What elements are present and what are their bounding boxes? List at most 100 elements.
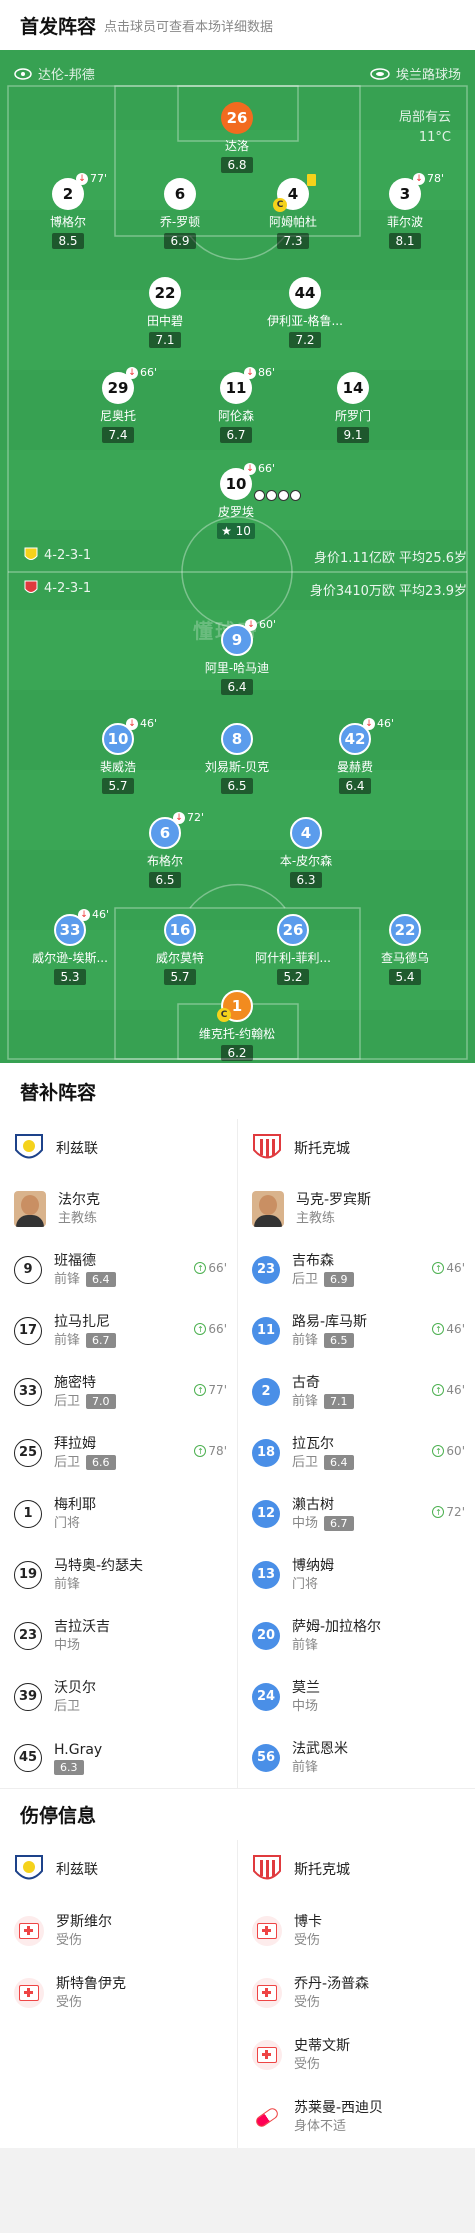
sub-player-row[interactable]: 45 H.Gray 6.3 (0, 1727, 237, 1788)
sub-number: 11 (252, 1316, 280, 1345)
player-away-6[interactable]: 6 ↓ 72' 布格尔 6.5 (105, 811, 225, 888)
sub-rating: 6.3 (54, 1760, 84, 1775)
player-home-26[interactable]: 26 达洛 6.8 (177, 102, 297, 173)
player-rating: 5.3 (54, 969, 86, 985)
player-name: 菲尔波 (386, 215, 423, 229)
injury-row[interactable]: 斯特鲁伊克 受伤 (0, 1962, 237, 2024)
sub-name: 古奇 (292, 1374, 320, 1391)
stadium-icon (370, 67, 390, 80)
sub-rating: 6.4 (86, 1272, 116, 1287)
player-name: 阿姆帕杜 (268, 215, 317, 229)
home-coach[interactable]: 法尔克 主教练 (0, 1179, 237, 1239)
sub-off-marker: ↓ 66' (244, 462, 275, 475)
injury-row[interactable]: 苏莱曼-西迪贝 身体不适 (238, 2086, 475, 2148)
sub-time-text: 46' (446, 1261, 465, 1275)
goal-ball-icon (290, 490, 301, 501)
sub-out-icon: ↓ (126, 366, 138, 379)
player-name: 达洛 (224, 139, 249, 153)
sub-player-row[interactable]: 13 博纳姆 门将 (238, 1544, 475, 1605)
sub-player-row[interactable]: 17 拉马扎尼 前锋 6.7 ↑ 66' (0, 1300, 237, 1361)
injury-row[interactable]: 乔丹-汤普森 受伤 (238, 1962, 475, 2024)
away-injuries: 斯托克城 博卡 受伤 乔丹-汤普森 受伤 史蒂文斯 受伤 苏莱曼-西迪贝 身体不适 (237, 1840, 475, 2148)
sub-player-row[interactable]: 9 班福德 前锋 6.4 ↑ 66' (0, 1239, 237, 1300)
injured-player-name: 史蒂文斯 (294, 2038, 350, 2054)
sub-player-row[interactable]: 1 梅利耶 门将 (0, 1483, 237, 1544)
sub-player-row[interactable]: 20 萨姆-加拉格尔 前锋 (238, 1605, 475, 1666)
sub-on-time: ↑ 46' (432, 1322, 465, 1336)
player-home-11[interactable]: 11 ↓ 86' 阿伦森 6.7 (176, 366, 296, 443)
away-coach[interactable]: 马克-罗宾斯 主教练 (238, 1179, 475, 1239)
player-name: 布格尔 (146, 854, 183, 868)
sub-player-row[interactable]: 24 莫兰 中场 (238, 1666, 475, 1727)
goal-ball-icon (266, 490, 277, 501)
player-name: 威尔莫特 (155, 951, 204, 965)
sub-player-row[interactable]: 11 路易-库马斯 前锋 6.5 ↑ 46' (238, 1300, 475, 1361)
sub-name: 萨姆-加拉格尔 (292, 1618, 382, 1635)
sub-time-text: 77' (208, 1383, 227, 1397)
medical-kit-icon (252, 2040, 282, 2070)
sub-player-row[interactable]: 2 古奇 前锋 7.1 ↑ 46' (238, 1361, 475, 1422)
player-name: 博格尔 (49, 215, 86, 229)
player-home-10[interactable]: 10 ↓ 66' 皮罗埃 ★ 10 (176, 462, 301, 539)
sub-out-icon: ↓ (244, 366, 256, 379)
sub-player-row[interactable]: 12 濑古树 中场 6.7 ↑ 72' (238, 1483, 475, 1544)
player-away-10[interactable]: 10 ↓ 46' 裴威浩 5.7 (58, 717, 178, 794)
player-away-22[interactable]: 22 查马德乌 5.4 (345, 914, 465, 985)
home-stadium-name: 达伦-邦德 (38, 68, 95, 83)
sub-off-marker: ↓ 60' (245, 618, 276, 631)
player-home-3[interactable]: 3 ↓ 78' 菲尔波 8.1 (345, 172, 465, 249)
sub-name: 濑古树 (292, 1496, 334, 1513)
captain-badge: C (217, 1008, 231, 1022)
player-rating: 6.9 (164, 233, 196, 249)
sub-out-icon: ↓ (244, 462, 256, 475)
away-team-row[interactable]: 斯托克城 (238, 1119, 475, 1179)
sub-player-row[interactable]: 33 施密特 后卫 7.0 ↑ 77' (0, 1361, 237, 1422)
sub-time: 46' (377, 717, 395, 730)
player-home-4[interactable]: 4C 阿姆帕杜 7.3 (233, 174, 353, 249)
sub-rating: 6.7 (86, 1333, 116, 1348)
player-rating: 7.2 (289, 332, 321, 348)
player-away-42[interactable]: 42 ↓ 46' 曼赫费 6.4 (295, 717, 415, 794)
sub-player-row[interactable]: 39 沃贝尔 后卫 (0, 1666, 237, 1727)
sub-position: 后卫 (54, 1454, 81, 1470)
sub-position: 前锋 (54, 1576, 81, 1592)
sub-player-row[interactable]: 25 拜拉姆 后卫 6.6 ↑ 78' (0, 1422, 237, 1483)
player-away-9[interactable]: 9 ↓ 60' 阿里-哈马迪 6.4 (177, 618, 297, 695)
sub-out-icon: ↓ (78, 908, 90, 921)
sub-position: 前锋 (54, 1332, 81, 1348)
sub-player-row[interactable]: 23 吉拉沃吉 中场 (0, 1605, 237, 1666)
player-number: 22 (389, 914, 421, 946)
player-away-4[interactable]: 4 本-皮尔森 6.3 (246, 817, 366, 888)
player-away-16[interactable]: 16 威尔莫特 5.7 (120, 914, 240, 985)
home-team-row[interactable]: 利兹联 (0, 1840, 237, 1900)
coach-role: 主教练 (296, 1211, 336, 1226)
player-away-1[interactable]: 1C 维克托-约翰松 6.2 (177, 990, 297, 1061)
injury-row[interactable]: 罗斯维尔 受伤 (0, 1900, 237, 1962)
sub-player-row[interactable]: 19 马特奥-约瑟夫 前锋 (0, 1544, 237, 1605)
player-home-44[interactable]: 44 伊利亚-格鲁... 7.2 (245, 277, 365, 348)
away-team-row[interactable]: 斯托克城 (238, 1840, 475, 1900)
player-name: 裴威浩 (99, 760, 136, 774)
home-team-row[interactable]: 利兹联 (0, 1119, 237, 1179)
player-home-2[interactable]: 2 ↓ 77' 博格尔 8.5 (8, 172, 128, 249)
sub-player-row[interactable]: 18 拉瓦尔 后卫 6.4 ↑ 60' (238, 1422, 475, 1483)
player-home-14[interactable]: 14 所罗门 9.1 (293, 372, 413, 443)
sub-rating: 6.9 (324, 1272, 354, 1287)
player-away-8[interactable]: 8 刘易斯-贝克 6.5 (177, 723, 297, 794)
away-team-name: 斯托克城 (294, 1862, 350, 1878)
player-away-33[interactable]: 33 ↓ 46' 威尔逊-埃斯... 5.3 (10, 908, 130, 985)
weather: 局部有云 11°C (399, 108, 451, 148)
sub-rating: 6.5 (324, 1333, 354, 1348)
injury-row[interactable]: 史蒂文斯 受伤 (238, 2024, 475, 2086)
sub-time: 46' (92, 908, 110, 921)
sub-player-row[interactable]: 23 吉布森 后卫 6.9 ↑ 46' (238, 1239, 475, 1300)
player-home-29[interactable]: 29 ↓ 66' 尼奥托 7.4 (58, 366, 178, 443)
player-name: 阿里-哈马迪 (204, 661, 270, 675)
player-name: 阿伦森 (217, 409, 254, 423)
injury-status: 受伤 (294, 1933, 321, 1948)
sub-player-row[interactable]: 56 法武恩米 前锋 (238, 1727, 475, 1788)
player-home-6[interactable]: 6 乔-罗顿 6.9 (120, 178, 240, 249)
player-home-22[interactable]: 22 田中碧 7.1 (105, 277, 225, 348)
injury-row[interactable]: 博卡 受伤 (238, 1900, 475, 1962)
player-away-26[interactable]: 26 阿什利-菲利... 5.2 (233, 914, 353, 985)
